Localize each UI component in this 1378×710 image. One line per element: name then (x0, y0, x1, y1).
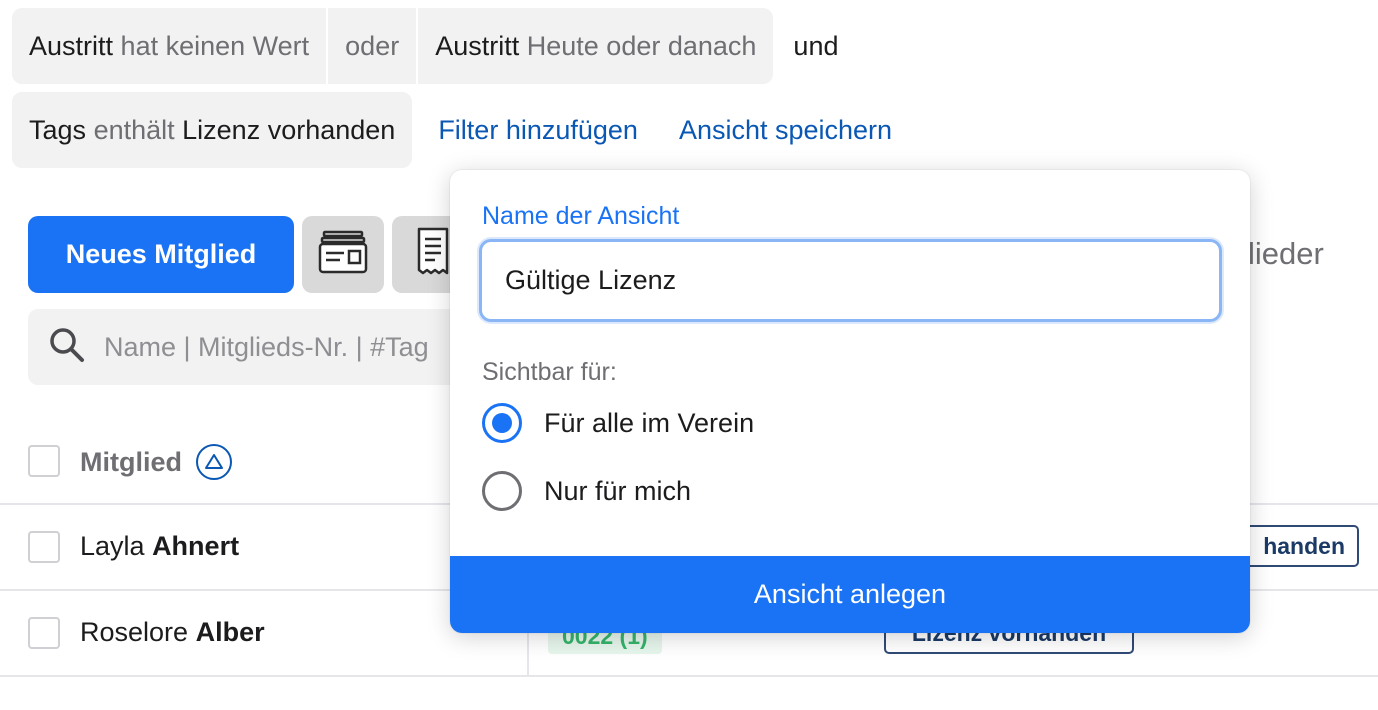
member-name[interactable]: Layla Ahnert (80, 531, 239, 562)
tag-badge-label: handen (1263, 532, 1345, 559)
filter-chip-tags[interactable]: Tags enthält Lizenz vorhanden (12, 92, 412, 168)
filter-field: Austritt (29, 30, 114, 61)
filter-field: Tags (29, 114, 87, 145)
filter-chip-austritt-future[interactable]: Austritt Heute oder danach (418, 8, 773, 84)
filter-field: Austritt (435, 30, 520, 61)
member-last-name: Ahnert (152, 531, 240, 561)
members-count-label: lieder (1248, 236, 1324, 271)
filter-chip-austritt-empty[interactable]: Austritt hat keinen Wert (12, 8, 329, 84)
column-header-member[interactable]: Mitglied (80, 444, 232, 480)
radio-button[interactable] (482, 471, 522, 511)
filter-connector-label: oder (345, 30, 400, 61)
select-all-checkbox[interactable] (28, 445, 60, 477)
filter-operator: enthält (93, 114, 175, 145)
view-name-label: Name der Ansicht (482, 202, 680, 230)
row-checkbox[interactable] (28, 617, 60, 649)
search-input[interactable] (104, 331, 464, 363)
radio-dot (492, 413, 512, 433)
visibility-option-me[interactable]: Nur für mich (482, 471, 691, 511)
member-first-name: Layla (80, 531, 145, 561)
filter-row-2: Tags enthält Lizenz vorhanden Filter hin… (12, 92, 892, 168)
filter-row-1: Austritt hat keinen Wert oder Austritt H… (12, 8, 838, 84)
filter-value: Lizenz vorhanden (182, 114, 396, 145)
save-view-popover: Name der Ansicht Sichtbar für: Für alle … (450, 170, 1250, 633)
search-icon (48, 326, 86, 369)
filter-operator: hat keinen Wert (120, 30, 310, 61)
visibility-option-label: Nur für mich (544, 475, 692, 506)
filter-group-tags: Tags enthält Lizenz vorhanden (12, 92, 413, 168)
id-card-icon (318, 229, 368, 280)
visibility-option-all[interactable]: Für alle im Verein (482, 403, 754, 443)
sort-ascending-icon[interactable] (196, 444, 232, 480)
filter-group-austritt: Austritt hat keinen Wert oder Austritt H… (12, 8, 774, 84)
filter-conjunction[interactable]: und (793, 31, 838, 62)
visibility-option-label: Für alle im Verein (544, 407, 755, 438)
create-view-button[interactable]: Ansicht anlegen (450, 556, 1250, 633)
radio-button-checked[interactable] (482, 403, 522, 443)
member-name[interactable]: Roselore Alber (80, 617, 265, 648)
view-name-input[interactable] (479, 239, 1222, 322)
column-header-label: Mitglied (80, 446, 182, 477)
row-divider (0, 675, 1378, 677)
row-checkbox[interactable] (28, 531, 60, 563)
search-bar[interactable] (28, 309, 468, 385)
save-view-link[interactable]: Ansicht speichern (679, 115, 892, 146)
filter-connector[interactable]: oder (328, 8, 419, 84)
visibility-label: Sichtbar für: (482, 358, 617, 386)
add-filter-link[interactable]: Filter hinzufügen (438, 115, 638, 146)
receipt-icon (413, 227, 453, 282)
new-member-button[interactable]: Neues Mitglied (28, 216, 294, 293)
filter-operator: Heute oder danach (526, 30, 757, 61)
id-card-button[interactable] (302, 216, 384, 293)
member-first-name: Roselore (80, 617, 189, 647)
member-last-name: Alber (195, 617, 265, 647)
